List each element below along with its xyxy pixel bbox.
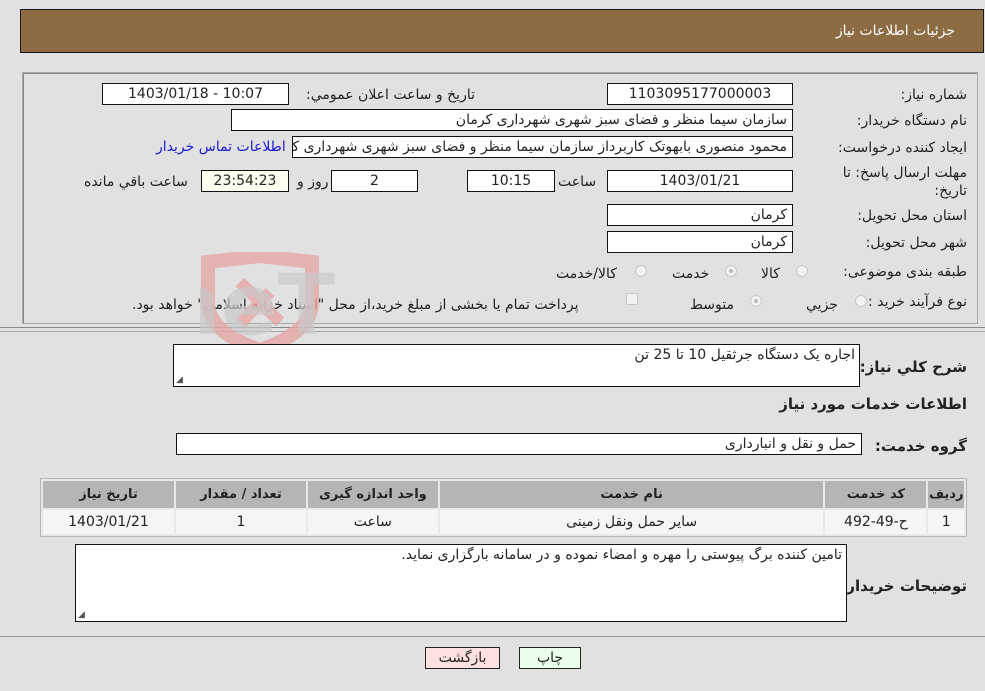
buyer-org-field: سازمان سیما منظر و فضای سبز شهری شهرداری…: [231, 109, 793, 131]
table-header-row: ردیف کد خدمت نام خدمت واحد اندازه گیری ت…: [43, 481, 964, 508]
province-label: استان محل تحویل:: [857, 208, 967, 224]
requester-label: ایجاد کننده درخواست:: [838, 140, 967, 156]
col-header-unit: واحد اندازه گیری: [307, 481, 438, 508]
divider: [0, 636, 985, 637]
purchase-type-label: نوع فرآیند خرید :: [868, 294, 967, 310]
category-radio-service[interactable]: [725, 265, 737, 277]
cell-row-number: 1: [928, 510, 964, 534]
cell-service-code: ح-49-492: [825, 510, 927, 534]
page-header: جزئیات اطلاعات نیاز: [20, 9, 984, 53]
cell-unit: ساعت: [307, 510, 438, 534]
service-group-label: گروه خدمت:: [874, 437, 967, 455]
cell-need-date: 1403/01/21: [43, 510, 174, 534]
province-field: کرمان: [607, 204, 793, 226]
buyer-contact-link[interactable]: اطلاعات تماس خریدار: [156, 139, 286, 155]
category-option-goods-service: کالا/خدمت: [556, 266, 617, 282]
remaining-label: ساعت باقي مانده: [84, 174, 188, 190]
buyer-notes-textarea[interactable]: تامین کننده برگ پیوستی را مهره و امضاء ن…: [75, 544, 847, 622]
buyer-notes-label: توضیحات خریدار:: [840, 577, 967, 595]
need-number-label: شماره نیاز:: [900, 87, 968, 103]
purchase-type-radio-minor[interactable]: [855, 295, 867, 307]
category-label: طبقه بندی موضوعی:: [843, 264, 967, 280]
back-button[interactable]: بازگشت: [425, 647, 500, 669]
category-option-goods: کالا: [761, 266, 780, 282]
requester-field: محمود منصوری بابهوتک کاربرداز سازمان سیم…: [292, 136, 793, 158]
col-header-quantity: تعداد / مقدار: [176, 481, 306, 508]
divider: [0, 327, 985, 328]
deadline-date-field: 1403/01/21: [607, 170, 793, 192]
col-header-row-number: ردیف: [928, 481, 964, 508]
col-header-service-name: نام خدمت: [439, 481, 824, 508]
col-header-service-code: کد خدمت: [825, 481, 927, 508]
col-header-need-date: تاریخ نیاز: [43, 481, 174, 508]
divider: [0, 331, 985, 332]
city-label: شهر محل تحویل:: [865, 235, 967, 251]
cell-quantity: 1: [176, 510, 306, 534]
table-row: 1 ح-49-492 سایر حمل ونقل زمینی ساعت 1 14…: [43, 510, 964, 534]
days-label: روز و: [297, 174, 329, 190]
summary-textarea[interactable]: اجاره یک دستگاه جرثقیل 10 تا 25 تن ◢: [173, 344, 860, 387]
remaining-days-field: 2: [331, 170, 418, 192]
buyer-org-label: نام دستگاه خریدار:: [856, 113, 967, 129]
summary-label: شرح کلي نیاز:: [859, 358, 967, 376]
purchase-type-option-minor: جزيي: [806, 297, 838, 313]
deadline-time-field: 10:15: [467, 170, 555, 192]
summary-text: اجاره یک دستگاه جرثقیل 10 تا 25 تن: [634, 347, 855, 363]
buyer-notes-text: تامین کننده برگ پیوستی را مهره و امضاء ن…: [401, 547, 842, 563]
city-field: کرمان: [607, 231, 793, 253]
announce-datetime-field: 1403/01/18 - 10:07: [102, 83, 289, 105]
service-group-field: حمل و نقل و انبارداری: [176, 433, 862, 455]
resize-grip-icon[interactable]: ◢: [176, 375, 183, 385]
category-option-service: خدمت: [672, 266, 710, 282]
purchase-type-radio-medium[interactable]: [750, 295, 762, 307]
services-table: ردیف کد خدمت نام خدمت واحد اندازه گیری ت…: [40, 478, 967, 537]
purchase-type-option-medium: متوسط: [690, 297, 734, 313]
cell-service-name: سایر حمل ونقل زمینی: [439, 510, 824, 534]
need-number-field: 1103095177000003: [607, 83, 793, 105]
deadline-time-label: ساعت: [558, 174, 597, 190]
print-button[interactable]: چاپ: [519, 647, 581, 669]
category-radio-goods[interactable]: [796, 265, 808, 277]
resize-grip-icon[interactable]: ◢: [78, 610, 85, 620]
page-title: جزئیات اطلاعات نیاز: [835, 23, 955, 39]
announce-datetime-label: تاریخ و ساعت اعلان عمومي:: [306, 87, 475, 103]
treasury-checkbox[interactable]: [626, 293, 638, 305]
services-section-title: اطلاعات خدمات مورد نیاز: [779, 395, 967, 413]
remaining-time-field: 23:54:23: [201, 170, 289, 192]
treasury-note: پرداخت تمام یا بخشی از مبلغ خرید،از محل …: [132, 297, 579, 313]
category-radio-goods-service[interactable]: [635, 265, 647, 277]
deadline-label: مهلت ارسال پاسخ: تا تاریخ:: [842, 165, 967, 199]
